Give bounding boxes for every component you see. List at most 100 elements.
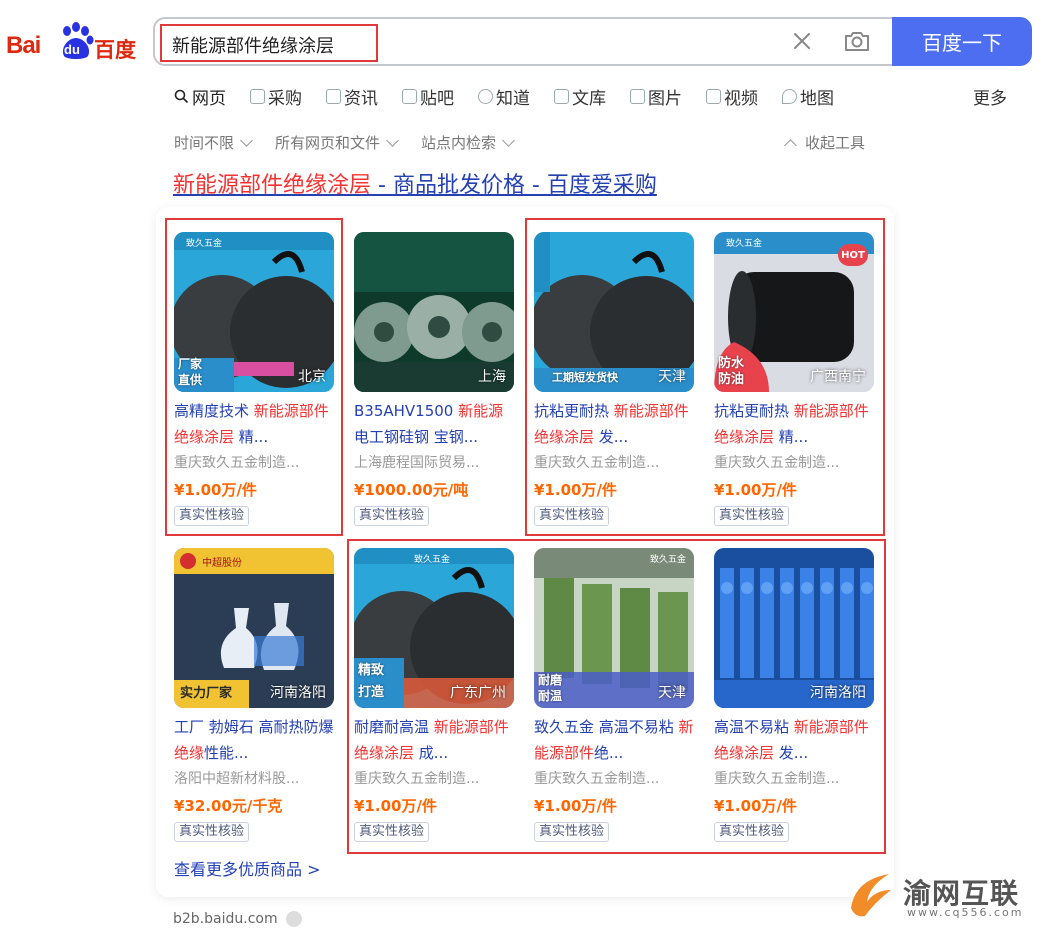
title-tail: 性能... bbox=[204, 744, 249, 762]
promo-tag: 厂家 直供 bbox=[178, 357, 203, 387]
tab-more[interactable]: 更多 bbox=[973, 84, 1007, 109]
verified-badge: 真实性核验 bbox=[714, 506, 790, 526]
product-title[interactable]: 抗粘更耐热 新能源部件绝缘涂层 精... bbox=[714, 398, 874, 450]
shop-name[interactable]: 洛阳中超新材料股... bbox=[174, 766, 334, 792]
chevron-down-icon[interactable] bbox=[285, 911, 302, 927]
product-card[interactable]: 致久五金 HOT 防水 防油 广西南宁 抗粘更耐热 新能源部件绝缘涂层 精...… bbox=[714, 232, 874, 526]
title-tail: 发... bbox=[774, 744, 809, 762]
product-card[interactable]: 河南洛阳 高温不易粘 新能源部件绝缘涂层 发... 重庆致久五金制造... ¥1… bbox=[714, 548, 874, 842]
location-label: 广西南宁 bbox=[810, 369, 866, 385]
brand-tag: 致久五金 bbox=[186, 239, 223, 249]
price: ¥1000.00元/吨 bbox=[354, 481, 469, 499]
search-query-highlight[interactable]: 新能源部件绝缘涂层 bbox=[160, 24, 378, 62]
product-title[interactable]: B35AHV1500 新能源电工钢硅钢 宝钢... bbox=[354, 398, 514, 450]
filter-time[interactable]: 时间不限 bbox=[174, 132, 253, 153]
tab-tieba[interactable]: 贴吧 bbox=[402, 84, 454, 109]
filter-filetype[interactable]: 所有网页和文件 bbox=[275, 132, 399, 153]
product-card[interactable]: 致久五金 耐磨 耐温 天津 致久五金 高温不易粘 新能源部件绝... 重庆致久五… bbox=[534, 548, 694, 842]
tab-label: 资讯 bbox=[344, 88, 378, 109]
result-title-rest: - 商品批发价格 - 百度爱采购 bbox=[371, 173, 657, 198]
price: ¥1.00万/件 bbox=[534, 481, 617, 499]
shop-name[interactable]: 重庆致久五金制造... bbox=[174, 450, 334, 476]
promo-tag: 实力厂家 bbox=[180, 686, 233, 701]
product-title[interactable]: 耐磨耐高温 新能源部件绝缘涂层 成... bbox=[354, 714, 514, 766]
product-card[interactable]: 致久五金 精致 打造 广东广州 耐磨耐高温 新能源部件绝缘涂层 成... 重庆致… bbox=[354, 548, 514, 842]
chevron-down-icon bbox=[240, 133, 253, 147]
baidu-logo[interactable]: Bai du 百度 bbox=[6, 20, 136, 64]
product-image: 工期短发货快 天津 bbox=[534, 232, 694, 392]
product-card[interactable]: 工期短发货快 天津 抗粘更耐热 新能源部件绝缘涂层 发... 重庆致久五金制造.… bbox=[534, 232, 694, 526]
result-title-link[interactable]: 新能源部件绝缘涂层 - 商品批发价格 - 百度爱采购 bbox=[173, 167, 657, 199]
title-tail: 电工钢硅钢 宝钢... bbox=[354, 428, 479, 446]
verified-badge: 真实性核验 bbox=[534, 822, 610, 842]
product-title[interactable]: 抗粘更耐热 新能源部件绝缘涂层 发... bbox=[534, 398, 694, 450]
title-highlight: 新能源 bbox=[458, 402, 504, 420]
tab-wenku[interactable]: 文库 bbox=[554, 84, 606, 109]
watermark-logo-icon bbox=[851, 874, 891, 917]
price: ¥32.00元/千克 bbox=[174, 797, 283, 815]
title-text: 高精度技术 bbox=[174, 402, 254, 420]
site-url[interactable]: b2b.baidu.com bbox=[173, 911, 302, 927]
title-text: 高温不易粘 bbox=[714, 718, 794, 736]
tab-label: 视频 bbox=[724, 88, 758, 109]
product-title[interactable]: 高精度技术 新能源部件绝缘涂层 精... bbox=[174, 398, 334, 450]
site-url-text: b2b.baidu.com bbox=[173, 911, 278, 927]
tab-map[interactable]: 地图 bbox=[782, 84, 834, 109]
title-tail: 精... bbox=[234, 428, 269, 446]
more-goods-link[interactable]: 查看更多优质商品 > bbox=[174, 856, 321, 880]
promo-tag: 工期短发货快 bbox=[552, 371, 618, 384]
search-tools: 时间不限 所有网页和文件 站点内检索 bbox=[174, 132, 537, 153]
shop-name[interactable]: 重庆致久五金制造... bbox=[714, 450, 874, 476]
map-icon bbox=[782, 88, 797, 104]
shop-name[interactable]: 重庆致久五金制造... bbox=[354, 766, 514, 792]
search-button[interactable]: 百度一下 bbox=[892, 17, 1032, 66]
shop-name[interactable]: 重庆致久五金制造... bbox=[714, 766, 874, 792]
verified-badge: 真实性核验 bbox=[534, 506, 610, 526]
tab-zhidao[interactable]: 知道 bbox=[478, 84, 530, 109]
title-tail: 绝... bbox=[594, 744, 624, 762]
verified-badge: 真实性核验 bbox=[354, 506, 430, 526]
tab-purchase[interactable]: 采购 bbox=[250, 84, 302, 109]
price: ¥1.00万/件 bbox=[354, 797, 437, 815]
product-card[interactable]: 致久五金 厂家 直供 北京 高精度技术 新能源部件绝缘涂层 精... 重庆致久五… bbox=[174, 232, 334, 526]
chevron-down-icon bbox=[502, 133, 515, 147]
tab-web[interactable]: 网页 bbox=[174, 84, 226, 109]
product-card[interactable]: 上海 B35AHV1500 新能源电工钢硅钢 宝钢... 上海鹿程国际贸易...… bbox=[354, 232, 514, 526]
product-title[interactable]: 致久五金 高温不易粘 新能源部件绝... bbox=[534, 714, 694, 766]
title-text: 耐磨耐高温 bbox=[354, 718, 434, 736]
tab-video[interactable]: 视频 bbox=[706, 84, 758, 109]
promo-tag: 耐磨 耐温 bbox=[538, 673, 563, 703]
search-icon bbox=[174, 89, 189, 103]
question-icon bbox=[478, 88, 493, 104]
filter-label: 时间不限 bbox=[174, 134, 235, 152]
filter-site[interactable]: 站点内检索 bbox=[421, 132, 515, 153]
shop-name[interactable]: 重庆致久五金制造... bbox=[534, 450, 694, 476]
hot-badge: HOT bbox=[838, 244, 868, 266]
watermark: 渝网互联 www.cq556.com bbox=[845, 868, 1040, 926]
tab-images[interactable]: 图片 bbox=[630, 84, 682, 109]
title-tail: 精... bbox=[774, 428, 809, 446]
title-text: 致久五金 高温不易粘 bbox=[534, 718, 679, 736]
verified-badge: 真实性核验 bbox=[354, 822, 430, 842]
product-image: 上海 bbox=[354, 232, 514, 392]
title-text: 抗粘更耐热 bbox=[714, 402, 794, 420]
location-label: 广东广州 bbox=[450, 685, 506, 701]
product-title[interactable]: 高温不易粘 新能源部件绝缘涂层 发... bbox=[714, 714, 874, 766]
title-text: B35AHV1500 bbox=[354, 402, 459, 420]
collapse-tools-button[interactable]: 收起工具 bbox=[784, 132, 865, 153]
camera-icon[interactable] bbox=[842, 27, 872, 55]
video-icon bbox=[706, 88, 721, 104]
shop-name[interactable]: 上海鹿程国际贸易... bbox=[354, 450, 514, 476]
product-card[interactable]: 中超股份 实力厂家 河南洛阳 工厂 勃姆石 高耐热防爆 绝缘性能... 洛阳中超… bbox=[174, 548, 334, 842]
shop-name[interactable]: 重庆致久五金制造... bbox=[534, 766, 694, 792]
verified-badge: 真实性核验 bbox=[714, 822, 790, 842]
brand-tag: 致久五金 bbox=[726, 239, 763, 249]
close-icon[interactable] bbox=[788, 27, 816, 55]
product-image: 致久五金 耐磨 耐温 天津 bbox=[534, 548, 694, 708]
tieba-icon bbox=[402, 88, 417, 104]
brand-tag: 中超股份 bbox=[202, 558, 242, 569]
price: ¥1.00万/件 bbox=[174, 481, 257, 499]
filter-label: 站点内检索 bbox=[421, 134, 497, 152]
product-title[interactable]: 工厂 勃姆石 高耐热防爆 绝缘性能... bbox=[174, 714, 334, 766]
tab-news[interactable]: 资讯 bbox=[326, 84, 378, 109]
